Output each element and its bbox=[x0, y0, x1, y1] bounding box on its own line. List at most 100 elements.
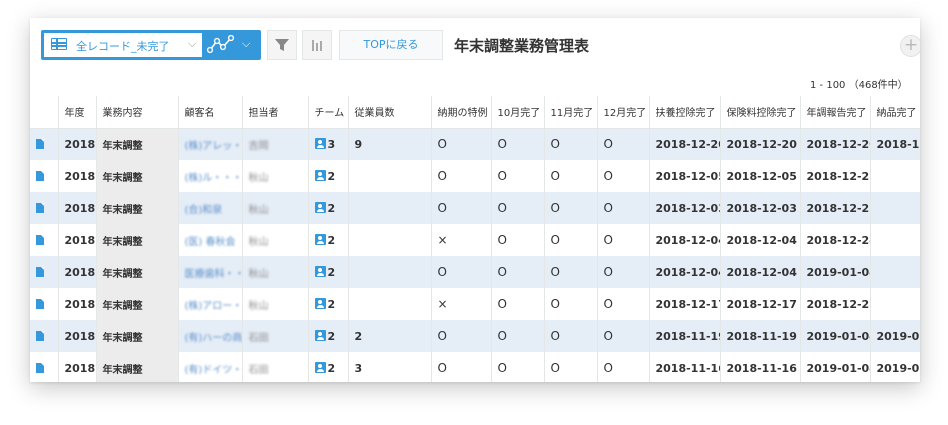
header-staff[interactable]: 担当者 bbox=[241, 96, 308, 129]
header-hoken[interactable]: 保険料控除完了 bbox=[719, 96, 800, 129]
table-row[interactable]: 2018 年末調整 (合)和泉 秋山 2 O O O O 2018-12-03 … bbox=[30, 192, 920, 224]
staff-name: 石田 bbox=[248, 332, 269, 344]
staff-name: 石田 bbox=[248, 364, 269, 376]
document-icon[interactable] bbox=[36, 362, 44, 373]
cell-employees bbox=[347, 192, 431, 224]
team-number: 3 bbox=[327, 138, 336, 152]
cell-staff: 石田 bbox=[241, 320, 308, 352]
customer-link[interactable]: (株)アロー・・・ bbox=[185, 301, 243, 312]
chevron-down-icon[interactable]: ⌵ bbox=[188, 37, 196, 51]
customer-link[interactable]: 医療歯科・・・ bbox=[185, 269, 243, 280]
cell-customer[interactable]: (有)ドイツ・ゲ bbox=[177, 352, 243, 382]
document-icon[interactable] bbox=[36, 202, 44, 213]
customer-link[interactable]: (有)ハーの商店 bbox=[185, 333, 243, 344]
record-detail-cell[interactable] bbox=[30, 352, 58, 382]
cell-staff: 秋山 bbox=[241, 160, 308, 192]
cell-nencho: 2018-12-20 bbox=[799, 128, 870, 160]
record-detail-cell[interactable] bbox=[30, 320, 58, 352]
table-row[interactable]: 2018 年末調整 (株)アロー・・・ 秋山 2 × O O O 2018-12… bbox=[30, 288, 920, 320]
team-icon bbox=[314, 362, 326, 373]
cell-nov: O bbox=[543, 256, 597, 288]
cell-fuyou: 2018-11-19 bbox=[648, 320, 720, 352]
add-record-button[interactable]: + bbox=[900, 35, 920, 57]
customer-link[interactable]: (株)ル・・・ bbox=[185, 173, 243, 184]
header-oct[interactable]: 10月完了 bbox=[490, 96, 544, 129]
cell-hoken: 2018-12-04 bbox=[719, 256, 800, 288]
customer-link[interactable]: (合)和泉 bbox=[185, 205, 223, 216]
customer-link[interactable]: (有)ドイツ・ゲ bbox=[185, 365, 243, 376]
table-row[interactable]: 2018 年末調整 (有)ドイツ・ゲ 石田 2 3 O O O O 2018-1… bbox=[30, 352, 920, 382]
chart-button[interactable] bbox=[302, 30, 332, 60]
team-icon bbox=[314, 330, 326, 341]
cell-customer[interactable]: (医) 春秋会 bbox=[177, 224, 242, 256]
table-row[interactable]: 2018 年末調整 (有)ハーの商店 石田 2 2 O O O O 2018-1… bbox=[30, 320, 920, 352]
cell-year: 2018 bbox=[57, 288, 96, 320]
header-nov[interactable]: 11月完了 bbox=[543, 96, 597, 129]
record-detail-cell[interactable] bbox=[30, 224, 58, 256]
cell-customer[interactable]: (株)アロー・・・ bbox=[177, 288, 243, 320]
back-to-top-button[interactable]: TOPに戻る bbox=[339, 30, 443, 60]
header-employees[interactable]: 従業員数 bbox=[347, 96, 431, 129]
graph-chevron-down-icon[interactable]: ⌵ bbox=[242, 37, 250, 51]
table-row[interactable]: 2018 年末調整 (医) 春秋会 秋山 2 × O O O 2018-12-0… bbox=[30, 224, 920, 256]
cell-special: × bbox=[430, 224, 491, 256]
document-icon[interactable] bbox=[36, 170, 44, 181]
cell-customer[interactable]: (株)アレッ・・・ bbox=[177, 128, 243, 160]
header-work[interactable]: 業務内容 bbox=[95, 96, 178, 129]
customer-link[interactable]: (株)アレッ・・・ bbox=[185, 141, 243, 152]
record-detail-cell[interactable] bbox=[30, 160, 58, 192]
table-row[interactable]: 2018 年末調整 (株)アレッ・・・ 吉岡 3 9 O O O O 2018-… bbox=[30, 128, 920, 160]
cell-employees: 9 bbox=[347, 128, 431, 160]
cell-oct: O bbox=[490, 128, 544, 160]
cell-special: O bbox=[430, 256, 491, 288]
cell-special: × bbox=[430, 288, 491, 320]
document-icon[interactable] bbox=[36, 138, 44, 149]
cell-year: 2018 bbox=[57, 224, 96, 256]
table-body: 2018 年末調整 (株)アレッ・・・ 吉岡 3 9 O O O O 2018-… bbox=[30, 128, 920, 382]
view-selector[interactable]: 全レコード_未完了 ⌵ ⌵ bbox=[41, 30, 261, 60]
document-icon[interactable] bbox=[36, 298, 44, 309]
team-icon bbox=[314, 202, 326, 213]
cell-hoken: 2018-12-04 bbox=[719, 224, 800, 256]
customer-link[interactable]: (医) 春秋会 bbox=[185, 237, 236, 248]
team-number: 2 bbox=[327, 362, 336, 375]
header-customer[interactable]: 顧客名 bbox=[177, 96, 242, 129]
record-detail-cell[interactable] bbox=[30, 192, 58, 224]
header-nencho[interactable]: 年調報告完了 bbox=[799, 96, 870, 129]
table-row[interactable]: 2018 年末調整 医療歯科・・・ 秋山 2 O O O O 2018-12-0… bbox=[30, 256, 920, 288]
document-icon[interactable] bbox=[36, 266, 44, 277]
header-fuyou[interactable]: 扶養控除完了 bbox=[648, 96, 720, 129]
document-icon[interactable] bbox=[36, 234, 44, 245]
filter-button[interactable] bbox=[267, 30, 297, 60]
cell-fuyou: 2018-12-05 bbox=[648, 160, 720, 192]
record-detail-cell[interactable] bbox=[30, 256, 58, 288]
cell-staff: 秋山 bbox=[241, 192, 308, 224]
staff-name: 秋山 bbox=[248, 204, 269, 216]
pagination-info: 1 - 100 （468件中） bbox=[810, 80, 908, 91]
cell-dec: O bbox=[596, 256, 649, 288]
record-detail-cell[interactable] bbox=[30, 288, 58, 320]
cell-customer[interactable]: (有)ハーの商店 bbox=[177, 320, 243, 352]
cell-dec: O bbox=[596, 320, 649, 352]
header-dec[interactable]: 12月完了 bbox=[596, 96, 649, 129]
header-team[interactable]: チーム bbox=[307, 96, 348, 129]
cell-customer[interactable]: (株)ル・・・ bbox=[177, 160, 243, 192]
document-icon[interactable] bbox=[36, 330, 44, 341]
cell-nencho: 2018-12-28 bbox=[799, 192, 870, 224]
cell-customer[interactable]: 医療歯科・・・ bbox=[177, 256, 243, 288]
view-name: 全レコード_未完了 bbox=[76, 40, 170, 53]
view-dropdown[interactable]: 全レコード_未完了 ⌵ bbox=[44, 33, 202, 57]
graph-icon[interactable] bbox=[207, 35, 235, 55]
header-year[interactable]: 年度 bbox=[57, 96, 96, 129]
cell-customer[interactable]: (合)和泉 bbox=[177, 192, 242, 224]
record-detail-cell[interactable] bbox=[30, 128, 58, 160]
header-special[interactable]: 納期の特例 bbox=[430, 96, 491, 129]
cell-nencho: 2019-01-04 bbox=[799, 352, 870, 382]
cell-oct: O bbox=[490, 192, 544, 224]
cell-year: 2018 bbox=[57, 160, 96, 192]
header-nohin[interactable]: 納品完了 bbox=[869, 96, 920, 129]
cell-work: 年末調整 bbox=[95, 256, 178, 288]
table-row[interactable]: 2018 年末調整 (株)ル・・・ 秋山 2 O O O O 2018-12-0… bbox=[30, 160, 920, 192]
cell-team: 2 bbox=[307, 352, 348, 382]
cell-nohin: 2019-0 bbox=[869, 352, 920, 382]
